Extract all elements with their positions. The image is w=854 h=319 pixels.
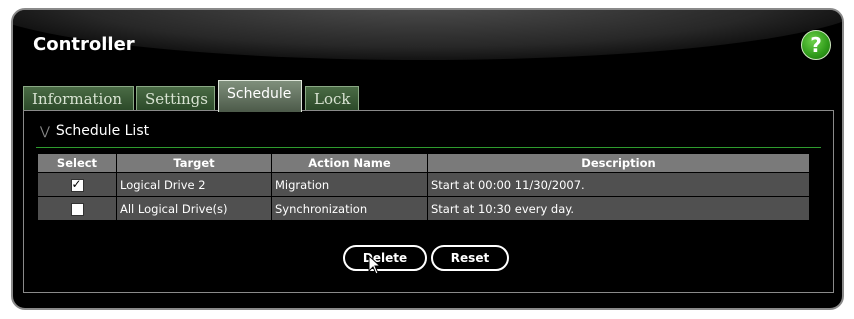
mouse-pointer-icon: [368, 255, 382, 275]
delete-button[interactable]: Delete: [343, 245, 427, 271]
section-header[interactable]: ⋁ Schedule List: [40, 123, 149, 139]
checkbox-unchecked-icon[interactable]: [70, 202, 84, 216]
target-cell: All Logical Drive(s): [116, 196, 272, 221]
section-title: Schedule List: [55, 123, 150, 139]
select-cell: ✓: [37, 172, 117, 197]
column-header-action-name: Action Name: [271, 153, 428, 173]
schedule-panel: ⋁ Schedule List Select Target Action Name…: [23, 110, 834, 293]
action-cell: Migration: [271, 172, 428, 197]
header-glare: [13, 10, 842, 60]
controller-panel: Controller ? Information Settings Schedu…: [11, 8, 844, 310]
tab-settings[interactable]: Settings: [136, 86, 215, 110]
chevron-down-icon[interactable]: ⋁: [40, 124, 50, 138]
column-header-select: Select: [37, 153, 117, 173]
tab-schedule[interactable]: Schedule: [218, 80, 302, 112]
select-cell: [37, 196, 117, 221]
description-cell: Start at 00:00 11/30/2007.: [427, 172, 810, 197]
schedule-table: Select Target Action Name Description ✓ …: [37, 153, 810, 221]
table-row: ✓ Logical Drive 2 Migration Start at 00:…: [37, 172, 810, 197]
help-icon[interactable]: ?: [801, 30, 831, 60]
tab-information[interactable]: Information: [23, 86, 134, 110]
action-cell: Synchronization: [271, 196, 428, 221]
section-divider: [36, 147, 821, 148]
reset-button[interactable]: Reset: [431, 245, 509, 271]
table-row: All Logical Drive(s) Synchronization Sta…: [37, 196, 810, 221]
description-cell: Start at 10:30 every day.: [427, 196, 810, 221]
page-title: Controller: [33, 34, 135, 55]
column-header-target: Target: [116, 153, 272, 173]
target-cell: Logical Drive 2: [116, 172, 272, 197]
column-header-description: Description: [427, 153, 810, 173]
checkbox-checked-icon[interactable]: ✓: [70, 177, 84, 192]
tab-lock[interactable]: Lock: [305, 86, 359, 110]
